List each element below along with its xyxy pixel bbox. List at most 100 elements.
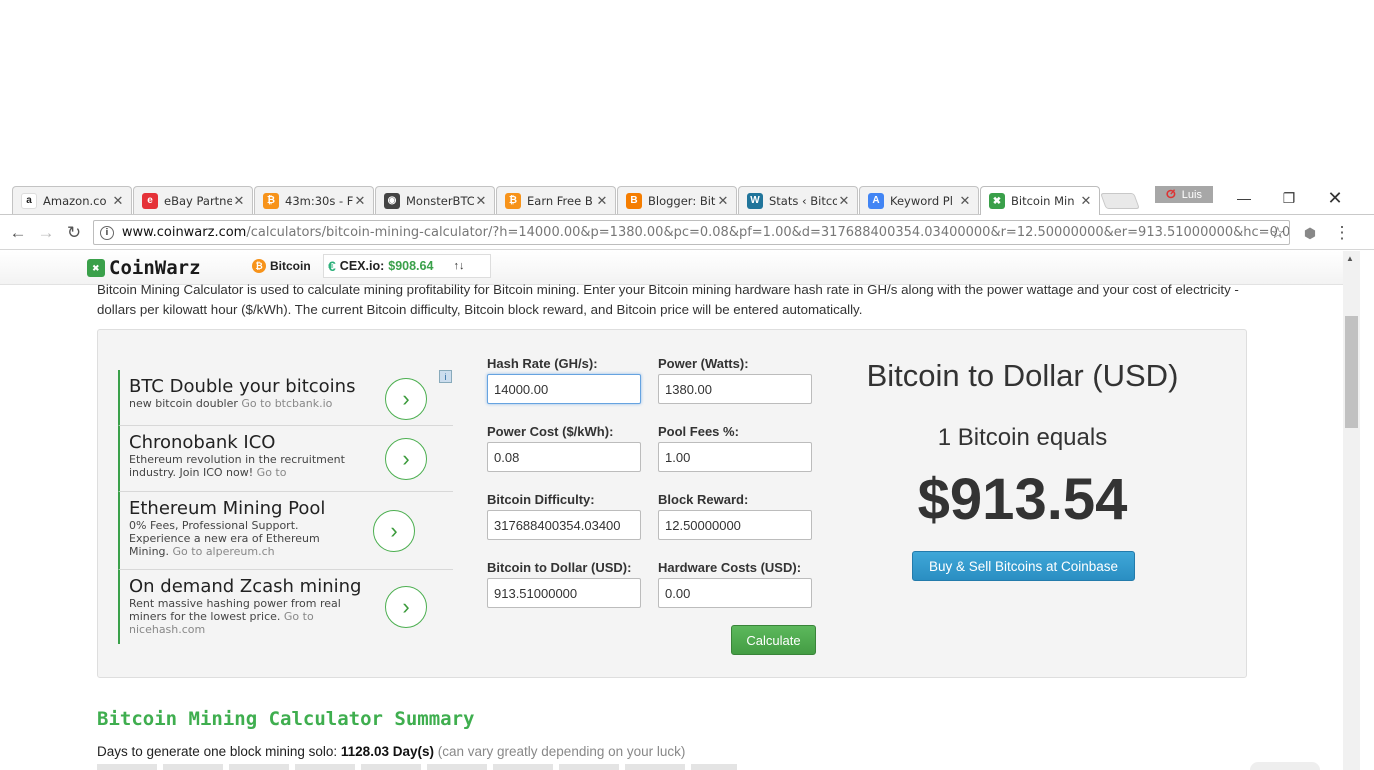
ad-arrow-icon[interactable]: ›	[385, 378, 427, 420]
ad-text: Ethereum revolution in the recruitment i…	[129, 453, 345, 481]
cex-name: CEX.io:	[339, 259, 385, 273]
bitcoin-icon: ₿	[505, 192, 521, 209]
feedback-tab[interactable]	[1250, 762, 1320, 770]
back-icon[interactable]: ←	[6, 221, 30, 245]
tab-close-icon[interactable]: ✕	[837, 193, 851, 209]
address-bar[interactable]: i www.coinwarz.com/calculators/bitcoin-m…	[93, 220, 1290, 245]
btc-usd-input[interactable]: 913.51000000	[487, 578, 641, 608]
ad-text: 0% Fees, Professional Support. Experienc…	[129, 519, 320, 558]
browser-tab[interactable]: W Stats ‹ Bitco ✕	[738, 186, 858, 214]
tab-title: Bitcoin Min	[1011, 194, 1075, 208]
bitcoin-price: $913.54	[917, 467, 1128, 532]
difficulty-label: Bitcoin Difficulty:	[487, 492, 595, 507]
browser-tab[interactable]: ₿ 43m:30s - F ✕	[254, 186, 374, 214]
block-reward-field: Block Reward: 12.50000000	[658, 492, 812, 540]
ad-item[interactable]: On demand Zcash mining Rent massive hash…	[118, 570, 453, 644]
tab-close-icon[interactable]: ✕	[111, 193, 125, 209]
coinwarz-logo[interactable]: ✖ CoinWarz	[87, 257, 201, 279]
monster-icon: ◉	[384, 192, 400, 209]
ad-arrow-icon[interactable]: ›	[385, 438, 427, 480]
btc-usd-field: Bitcoin to Dollar (USD): 913.51000000	[487, 560, 641, 608]
tab-close-icon[interactable]: ✕	[1079, 193, 1093, 209]
tab-title: Blogger: Bit	[648, 193, 716, 208]
tab-close-icon[interactable]: ✕	[595, 193, 609, 209]
pool-fees-input[interactable]: 1.00	[658, 442, 812, 472]
close-window-icon[interactable]: ✕	[1321, 186, 1349, 210]
summary-days-solo: Days to generate one block mining solo: …	[97, 744, 685, 759]
new-tab-button[interactable]	[1100, 193, 1140, 209]
calculate-button[interactable]: Calculate	[731, 625, 816, 655]
hardware-costs-label: Hardware Costs (USD):	[658, 560, 802, 575]
browser-tab[interactable]: A Keyword Pl ✕	[859, 186, 979, 214]
profile-button[interactable]: ⵚ Luis	[1155, 186, 1213, 203]
ebay-icon: e	[142, 192, 158, 209]
info-icon[interactable]: i	[100, 225, 114, 240]
power-cost-input[interactable]: 0.08	[487, 442, 641, 472]
tab-close-icon[interactable]: ✕	[232, 193, 246, 209]
cex-price: $908.64	[388, 259, 434, 273]
hash-rate-input[interactable]: 14000.00	[487, 374, 641, 404]
hash-rate-field: Hash Rate (GH/s): 14000.00	[487, 356, 641, 404]
bitcoin-icon: ₿	[252, 259, 266, 273]
power-input[interactable]: 1380.00	[658, 374, 812, 404]
browser-tab[interactable]: ₿ Earn Free B ✕	[496, 186, 616, 214]
wordpress-icon: W	[747, 192, 763, 209]
block-reward-input[interactable]: 12.50000000	[658, 510, 812, 540]
tab-close-icon[interactable]: ✕	[716, 193, 730, 209]
power-field: Power (Watts): 1380.00	[658, 356, 812, 404]
hardware-costs-input[interactable]: 0.00	[658, 578, 812, 608]
tab-title: 43m:30s - F	[285, 193, 353, 208]
cex-icon: €	[328, 258, 336, 274]
difficulty-field: Bitcoin Difficulty: 317688400354.03400	[487, 492, 641, 540]
ad-item[interactable]: Ethereum Mining Pool 0% Fees, Profession…	[118, 492, 453, 570]
browser-tab[interactable]: a Amazon.co ✕	[12, 186, 132, 214]
coinbase-button[interactable]: Buy & Sell Bitcoins at Coinbase	[912, 551, 1135, 581]
forward-icon[interactable]: →	[34, 221, 58, 245]
menu-icon[interactable]: ⋮	[1330, 221, 1354, 245]
ad-list: BTC Double your bitcoins new bitcoin dou…	[118, 370, 453, 644]
browser-toolbar: ← → ↻ i www.coinwarz.com/calculators/bit…	[0, 216, 1374, 250]
amazon-icon: a	[21, 192, 37, 209]
browser-tab[interactable]: ✖ Bitcoin Min ✕	[980, 186, 1100, 215]
restore-icon[interactable]: ❐	[1275, 186, 1303, 210]
reload-icon[interactable]: ↻	[62, 221, 86, 245]
pool-fees-label: Pool Fees %:	[658, 424, 739, 439]
ticker-arrows[interactable]: ↑↓	[453, 260, 464, 272]
summary-value: 1128.03 Day(s)	[340, 744, 434, 759]
minimize-icon[interactable]: —	[1230, 186, 1258, 210]
tab-close-icon[interactable]: ✕	[958, 193, 972, 209]
profile-name: Luis	[1181, 188, 1202, 201]
bookmark-star-icon[interactable]: ☆	[1271, 223, 1285, 242]
coinwarz-icon: ✖	[989, 193, 1005, 209]
ad-text: Rent massive hashing power from real min…	[129, 597, 341, 636]
bitcoin-link-label: Bitcoin	[270, 259, 311, 273]
logo-text: CoinWarz	[109, 257, 201, 279]
browser-tab[interactable]: ◉ MonsterBTC ✕	[375, 186, 495, 214]
bitcoin-icon: ₿	[263, 192, 279, 209]
cex-ticker[interactable]: € CEX.io: $908.64 ↑↓	[323, 254, 491, 278]
tab-title: MonsterBTC	[406, 193, 474, 208]
summary-label: Days to generate one block mining solo:	[97, 744, 338, 759]
tab-close-icon[interactable]: ✕	[353, 193, 367, 209]
tab-title: Keyword Pl	[890, 193, 953, 208]
summary-note: (can vary greatly depending on your luck…	[437, 744, 686, 759]
block-reward-label: Block Reward:	[658, 492, 749, 507]
tab-close-icon[interactable]: ✕	[474, 193, 488, 209]
cut-off-text-line	[97, 764, 737, 770]
bitcoin-link[interactable]: ₿ Bitcoin	[252, 259, 311, 273]
browser-tab[interactable]: B Blogger: Bit ✕	[617, 186, 737, 214]
ad-item[interactable]: BTC Double your bitcoins new bitcoin dou…	[118, 370, 453, 426]
ad-item[interactable]: Chronobank ICO Ethereum revolution in th…	[118, 426, 453, 492]
scrollbar-thumb[interactable]	[1345, 316, 1358, 428]
blogger-icon: B	[626, 192, 642, 209]
scroll-up-icon[interactable]: ▲	[1346, 254, 1354, 263]
ad-arrow-icon[interactable]: ›	[373, 510, 415, 552]
intro-text: Bitcoin Mining Calculator is used to cal…	[97, 282, 1239, 317]
tab-title: Amazon.co	[43, 193, 107, 208]
extension-icon[interactable]: ⬢	[1298, 221, 1322, 245]
adwords-icon: A	[868, 192, 884, 209]
difficulty-input[interactable]: 317688400354.03400	[487, 510, 641, 540]
ad-arrow-icon[interactable]: ›	[385, 586, 427, 628]
browser-tab[interactable]: e eBay Partne ✕	[133, 186, 253, 214]
coinwarz-logo-icon: ✖	[87, 259, 105, 277]
